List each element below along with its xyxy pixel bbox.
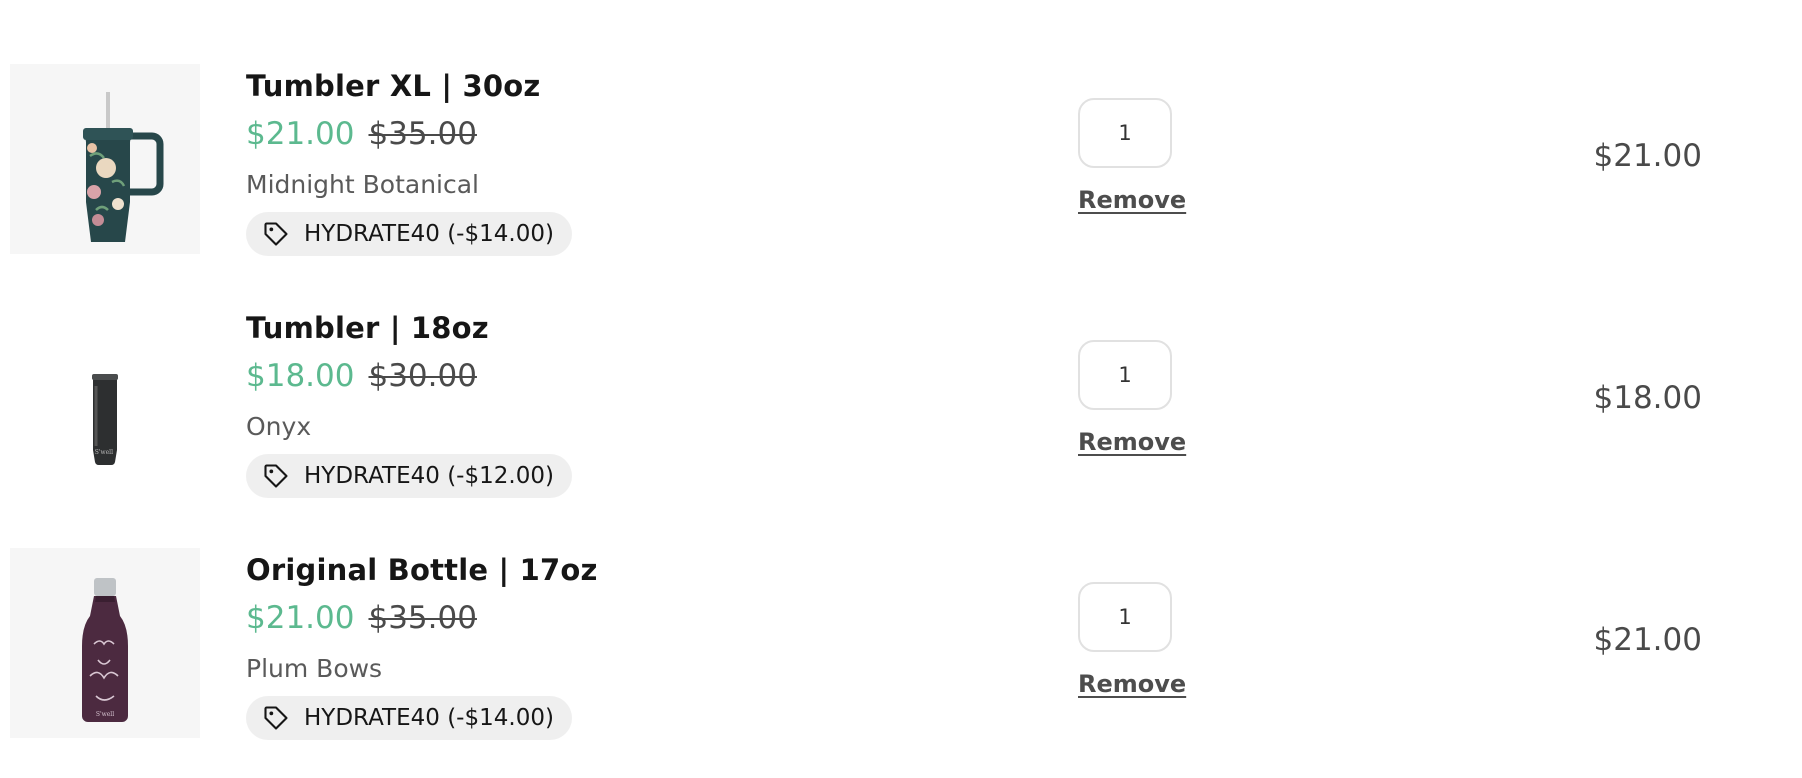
line-total: $21.00 xyxy=(1593,138,1702,174)
quantity-input[interactable] xyxy=(1078,582,1172,652)
discount-code: HYDRATE40 (-$12.00) xyxy=(304,463,554,489)
product-image-tumbler[interactable]: S'well xyxy=(10,306,200,496)
cart-item-row: S'well Tumbler | 18oz $18.00 $30.00 Onyx … xyxy=(0,294,1802,536)
quantity-input[interactable] xyxy=(1078,98,1172,168)
remove-button[interactable]: Remove xyxy=(1078,428,1186,456)
svg-text:S'well: S'well xyxy=(96,711,114,718)
product-image-bottle[interactable]: S'well xyxy=(10,548,200,738)
sale-price: $21.00 xyxy=(246,600,355,636)
product-info: Original Bottle | 17oz $21.00 $35.00 Plum… xyxy=(246,550,598,740)
price-group: $21.00 $35.00 xyxy=(246,598,598,643)
product-title[interactable]: Tumbler | 18oz xyxy=(246,308,572,348)
discount-badge: HYDRATE40 (-$14.00) xyxy=(246,212,572,256)
discount-badge: HYDRATE40 (-$12.00) xyxy=(246,454,572,498)
discount-badge: HYDRATE40 (-$14.00) xyxy=(246,696,572,740)
variant-name: Onyx xyxy=(246,412,312,441)
price-tag-icon xyxy=(262,704,290,732)
compare-at-price: $35.00 xyxy=(368,116,477,152)
product-info: Tumbler XL | 30oz $21.00 $35.00 Midnight … xyxy=(246,66,572,256)
price-group: $21.00 $35.00 xyxy=(246,114,572,159)
compare-at-price: $30.00 xyxy=(368,358,477,394)
variant-name: Midnight Botanical xyxy=(246,170,480,199)
compare-at-price: $35.00 xyxy=(368,600,477,636)
cart-item-row: Tumbler XL | 30oz $21.00 $35.00 Midnight … xyxy=(0,52,1802,294)
price-tag-icon xyxy=(262,220,290,248)
discount-code: HYDRATE40 (-$14.00) xyxy=(304,221,554,247)
product-image-tumbler-xl[interactable] xyxy=(10,64,200,254)
line-total: $21.00 xyxy=(1593,622,1702,658)
quantity-input[interactable] xyxy=(1078,340,1172,410)
svg-text:S'well: S'well xyxy=(95,449,113,456)
discount-code: HYDRATE40 (-$14.00) xyxy=(304,705,554,731)
sale-price: $18.00 xyxy=(246,358,355,394)
variant-name: Plum Bows xyxy=(246,654,383,683)
product-title[interactable]: Original Bottle | 17oz xyxy=(246,550,598,590)
sale-price: $21.00 xyxy=(246,116,355,152)
cart-item-row: S'well Original Bottle | 17oz $21.00 $35.… xyxy=(0,536,1802,778)
price-group: $18.00 $30.00 xyxy=(246,356,572,401)
remove-button[interactable]: Remove xyxy=(1078,186,1186,214)
product-info: Tumbler | 18oz $18.00 $30.00 Onyx HYDRATE… xyxy=(246,308,572,498)
remove-button[interactable]: Remove xyxy=(1078,670,1186,698)
product-title[interactable]: Tumbler XL | 30oz xyxy=(246,66,572,106)
price-tag-icon xyxy=(262,462,290,490)
line-total: $18.00 xyxy=(1593,380,1702,416)
